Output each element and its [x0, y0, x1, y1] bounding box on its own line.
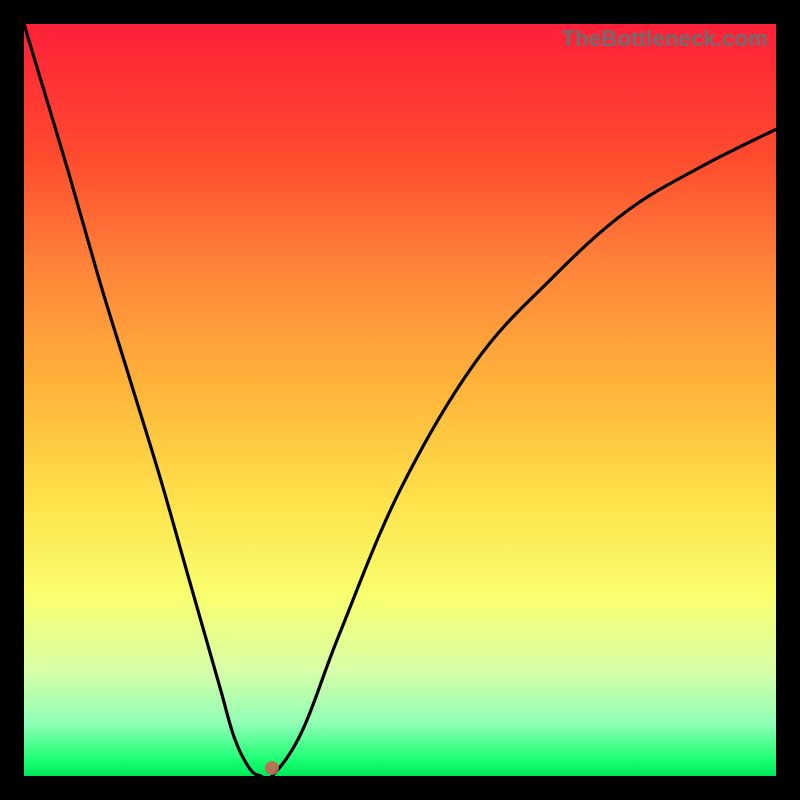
minimum-marker — [265, 761, 279, 775]
chart-frame: TheBottleneck.com — [0, 0, 800, 800]
bottleneck-curve — [24, 24, 776, 776]
plot-area: TheBottleneck.com — [24, 24, 776, 776]
